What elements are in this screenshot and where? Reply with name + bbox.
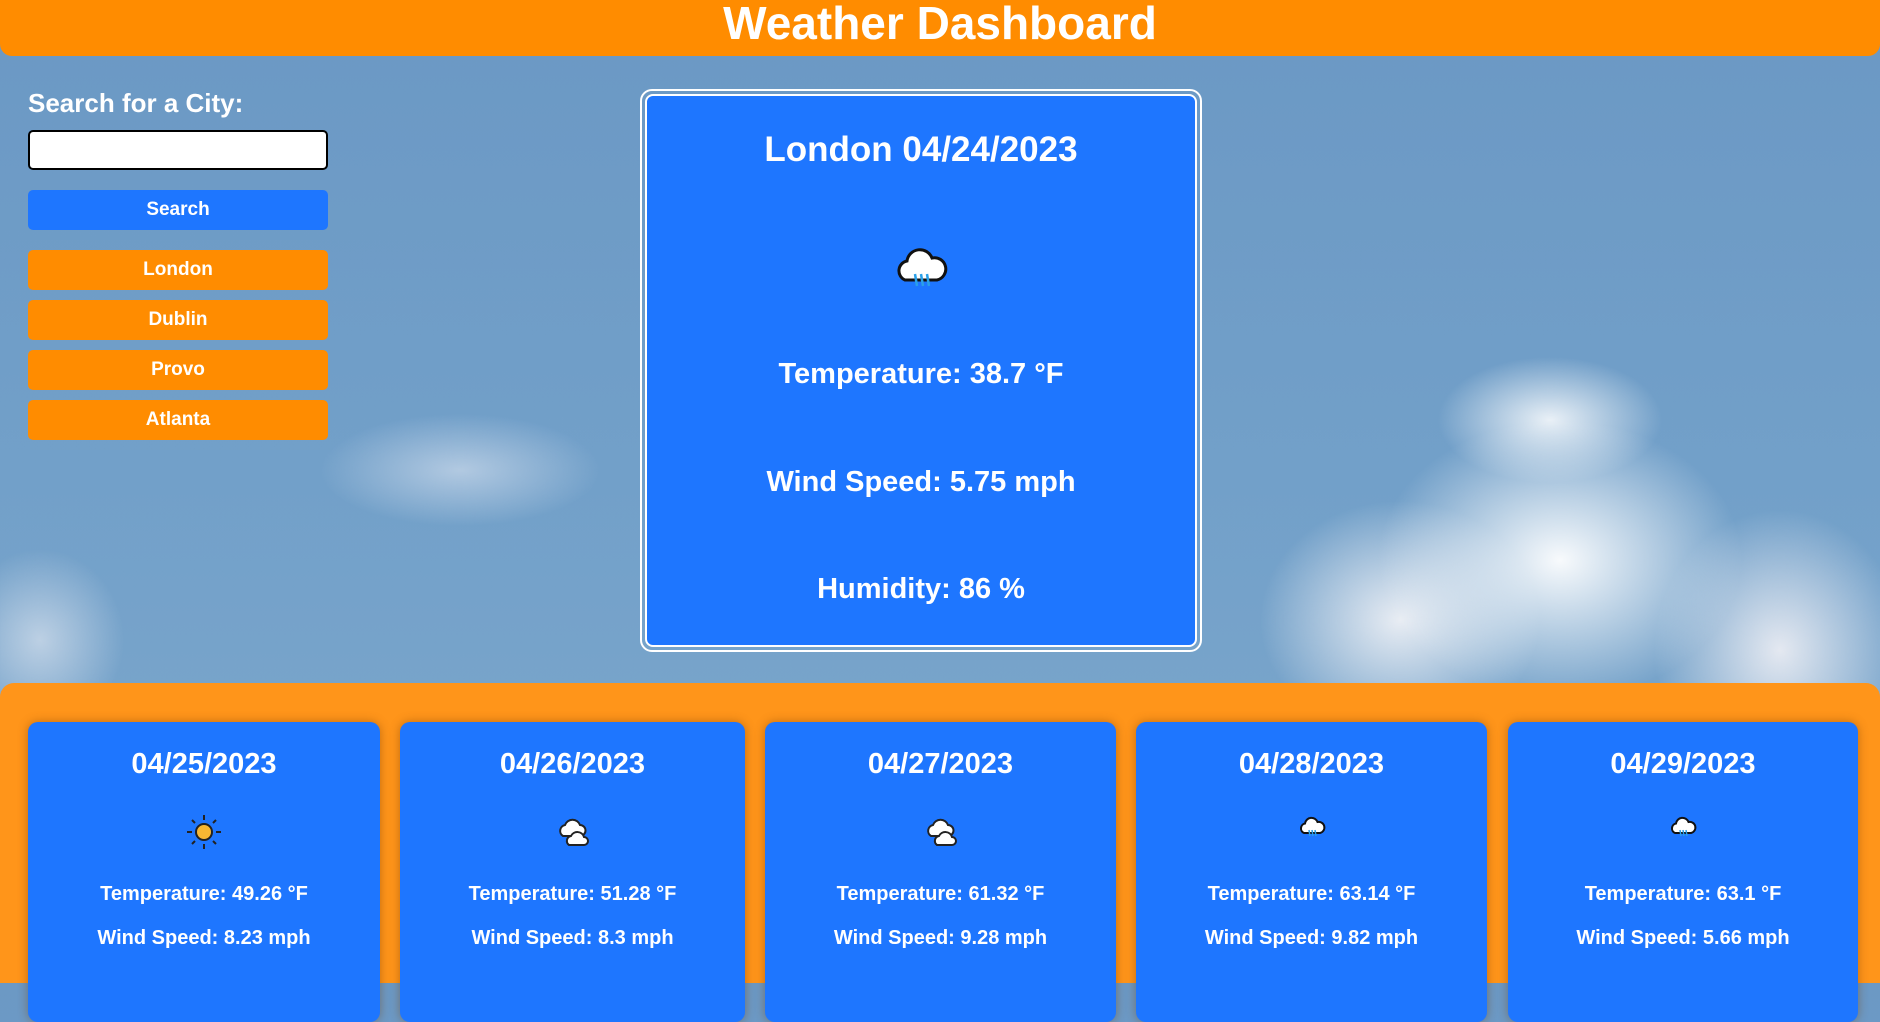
search-label: Search for a City: <box>28 88 244 118</box>
forecast-temperature: Temperature: 61.32 °F <box>836 883 1045 905</box>
rain-cloud-icon <box>1508 814 1858 850</box>
current-temperature: Temperature: 38.7 °F <box>778 358 1064 390</box>
forecast-card: 04/29/2023 Temperature: 63.1 °F Wind Spe… <box>1508 722 1858 1022</box>
forecast-date: 04/29/2023 <box>1610 748 1756 780</box>
forecast-temperature: Temperature: 51.28 °F <box>468 883 677 905</box>
history-button-dublin[interactable]: Dublin <box>28 300 328 340</box>
forecast-date: 04/26/2023 <box>499 748 646 780</box>
city-search-input[interactable] <box>28 130 328 170</box>
rain-cloud-icon <box>647 244 1195 305</box>
history-button-atlanta[interactable]: Atlanta <box>28 400 328 440</box>
history-button-provo[interactable]: Provo <box>28 350 328 390</box>
forecast-card: 04/28/2023 Temperature: 63.14 °F Wind Sp… <box>1136 722 1487 1022</box>
forecast-date: 04/25/2023 <box>131 748 277 780</box>
header: Weather Dashboard <box>0 0 1880 56</box>
history-button-london[interactable]: London <box>28 250 328 290</box>
forecast-date: 04/28/2023 <box>1238 748 1385 780</box>
forecast-date: 04/27/2023 <box>867 748 1014 780</box>
forecast-card: 04/27/2023 Temperature: 61.32 °F Wind Sp… <box>765 722 1116 1022</box>
current-weather-card: London 04/24/2023 Temperature: 38.7 °F W… <box>640 89 1202 652</box>
forecast-section: 04/25/2023 Temperature: 49.26 °F Wind Sp… <box>0 683 1880 1022</box>
current-wind-speed: Wind Speed: 5.75 mph <box>766 466 1076 498</box>
page-title: Weather Dashboard <box>723 0 1157 49</box>
forecast-temperature: Temperature: 49.26 °F <box>100 883 308 905</box>
current-title: London 04/24/2023 <box>764 130 1078 169</box>
forecast-temperature: Temperature: 63.14 °F <box>1207 883 1416 905</box>
rain-cloud-icon <box>1136 814 1487 850</box>
forecast-card: 04/26/2023 Temperature: 51.28 °F Wind Sp… <box>400 722 745 1022</box>
search-button[interactable]: Search <box>28 190 328 230</box>
forecast-temperature: Temperature: 63.1 °F <box>1584 883 1782 905</box>
current-humidity: Humidity: 86 % <box>817 573 1025 605</box>
clouds-icon <box>400 814 745 850</box>
clouds-icon <box>765 814 1116 850</box>
sun-icon <box>28 814 380 850</box>
forecast-card: 04/25/2023 Temperature: 49.26 °F Wind Sp… <box>28 722 380 1022</box>
